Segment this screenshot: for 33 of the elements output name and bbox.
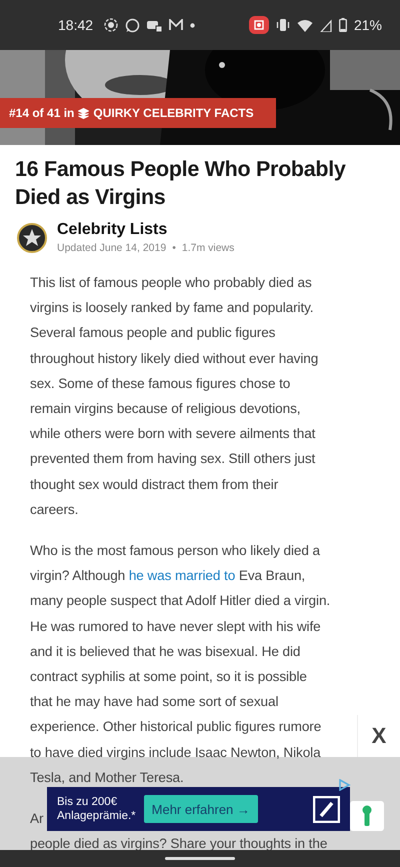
record-icon <box>248 16 269 34</box>
record-icon <box>104 18 118 32</box>
clock: 18:42 <box>58 17 94 33</box>
paragraph: Who is the most famous person who likely died a virgin? Although he was married to Eva Braun, many people suspect that Adolf Hitler died a virgin. He was rumored to have never slept with his wife and it is believed that he was bisexual. He did contract syphilis at some point, so it is possible that he may have had some sort of sexual experience. Other historical public figures rumore to have died virgins include Isaac Newton, Nikola Tesla, and Mother Teresa. <box>30 542 330 787</box>
battery-level: 21% <box>354 17 382 33</box>
updated-date: Updated June 14, 2019 <box>57 242 166 254</box>
category-badge[interactable]: #14 of 41 in QUIRKY CELEBRITY FACTS <box>0 98 276 128</box>
game-icon <box>147 18 162 32</box>
ad-banner[interactable]: Bis zu 200€ Anlageprämie.* Mehr erfahren → <box>47 787 350 831</box>
slash-logo-icon <box>313 796 340 822</box>
ad-button[interactable]: Mehr erfahren → <box>144 795 258 823</box>
vibrate-icon <box>276 18 290 32</box>
scroll-top-button[interactable] <box>350 801 384 831</box>
author-name[interactable]: Celebrity Lists <box>57 221 234 239</box>
category-name: QUIRKY CELEBRITY FACTS <box>93 106 254 120</box>
wifi-icon <box>296 18 313 32</box>
mail-icon <box>169 19 184 31</box>
text-line: Ar <box>30 810 44 828</box>
battery-icon <box>338 18 347 32</box>
text-line: people died as virgins? Share your thoughts in the <box>30 835 328 854</box>
list-rank: #14 of 41 in <box>9 106 74 120</box>
layers-icon <box>78 108 90 118</box>
avatar-icon <box>17 222 47 252</box>
link[interactable]: he was married to <box>128 568 236 584</box>
ad-headline: Bis zu 200€ Anlageprämie.* <box>57 795 136 823</box>
dot-icon <box>190 22 196 28</box>
chat-icon <box>125 18 140 32</box>
signal-icon <box>320 18 332 32</box>
paragraph: This list of famous people who probably died as virgins is loosely ranked by fame and popularity. Several famous people and public figures throughout history likely died without ever having sex. Some of these famous figures chose to remain virgins because of religious devotions, while others were born with severe ailments that prevented them from having sex. Still others just thought sex would distract them from their careers. <box>30 274 318 519</box>
article-title: 16 Famous People Who Probably Died as Virgins <box>15 156 347 211</box>
ad-choices-icon[interactable] <box>338 779 351 791</box>
separator-dot: • <box>172 242 176 254</box>
view-count: 1.7m views <box>182 242 234 254</box>
